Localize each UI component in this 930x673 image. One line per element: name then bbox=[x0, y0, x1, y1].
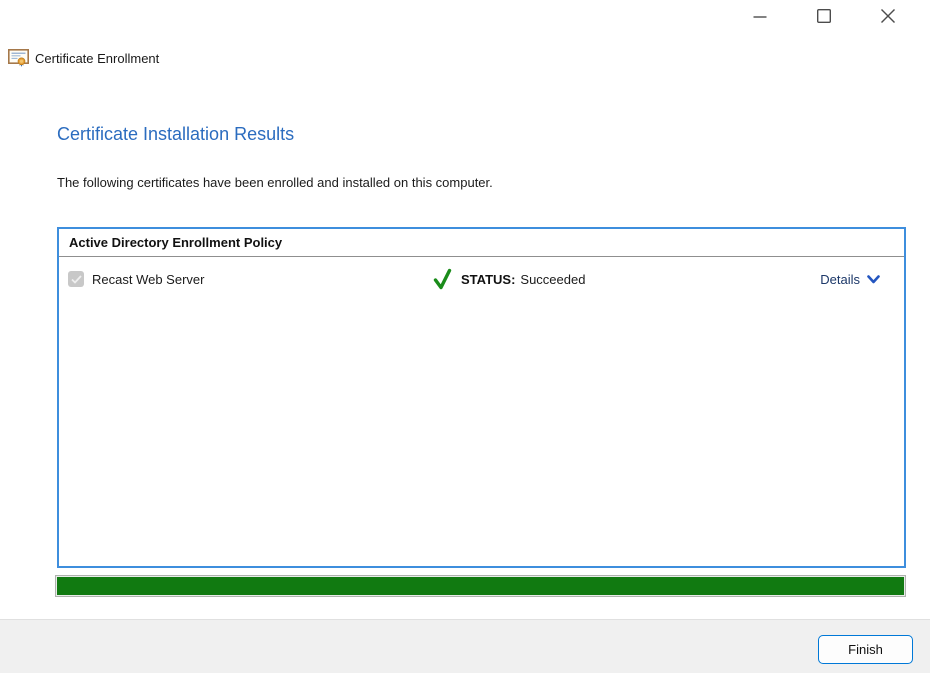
progress-fill bbox=[57, 577, 904, 595]
certificate-name: Recast Web Server bbox=[92, 272, 204, 287]
status-label: STATUS: bbox=[461, 272, 515, 287]
policy-panel-header: Active Directory Enrollment Policy bbox=[59, 229, 904, 257]
maximize-icon bbox=[816, 8, 832, 24]
green-checkmark-icon bbox=[433, 268, 453, 291]
enrollment-policy-panel: Active Directory Enrollment Policy Recas… bbox=[57, 227, 906, 568]
checkbox-check-icon bbox=[71, 275, 82, 284]
maximize-button[interactable] bbox=[816, 8, 832, 24]
status-group: STATUS: Succeeded bbox=[433, 268, 585, 291]
close-button[interactable] bbox=[880, 8, 896, 24]
status-value: Succeeded bbox=[520, 272, 585, 287]
app-title-row: Certificate Enrollment bbox=[8, 49, 159, 67]
minimize-button[interactable] bbox=[752, 8, 768, 24]
finish-button[interactable]: Finish bbox=[818, 635, 913, 664]
chevron-down-icon bbox=[867, 275, 880, 284]
certificate-row: Recast Web Server STATUS: Succeeded Deta… bbox=[59, 257, 904, 305]
footer-bar: Finish bbox=[0, 619, 930, 673]
minimize-icon bbox=[752, 8, 768, 24]
certificate-checkbox[interactable] bbox=[68, 271, 84, 287]
details-button[interactable]: Details bbox=[820, 272, 880, 287]
close-icon bbox=[880, 8, 896, 24]
enrollment-progress-bar bbox=[55, 575, 906, 597]
certificate-icon bbox=[8, 49, 29, 67]
certificate-enrollment-window: Certificate Enrollment Certificate Insta… bbox=[0, 0, 930, 673]
page-title: Certificate Installation Results bbox=[57, 124, 294, 145]
page-description: The following certificates have been enr… bbox=[57, 175, 493, 190]
details-label: Details bbox=[820, 272, 860, 287]
policy-panel-body: Recast Web Server STATUS: Succeeded Deta… bbox=[59, 257, 904, 566]
window-title: Certificate Enrollment bbox=[35, 51, 159, 66]
